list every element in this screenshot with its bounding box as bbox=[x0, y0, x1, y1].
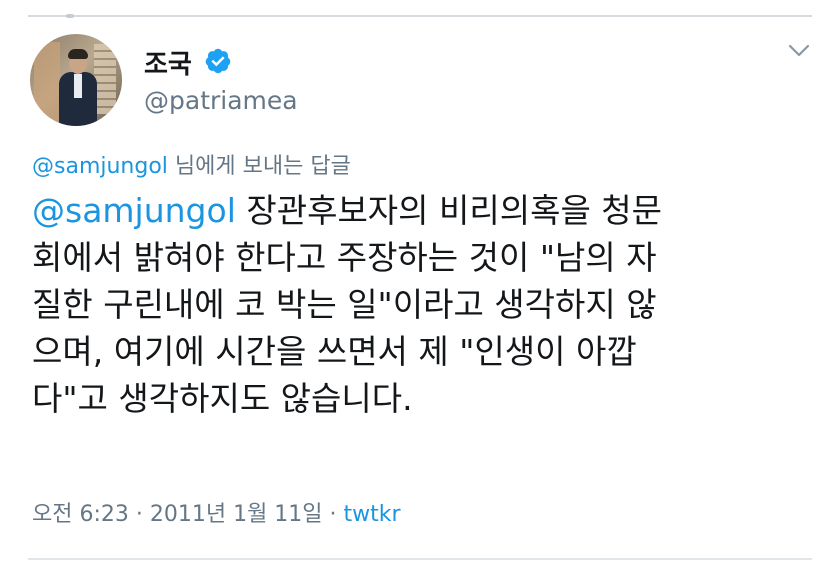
tweet-line-1: @samjungol 장관후보자의 비리의혹을 청문 bbox=[32, 187, 812, 234]
tweet-line-2: 회에서 밝혀야 한다고 주장하는 것이 "남의 자 bbox=[32, 238, 657, 277]
author-handle[interactable]: @patriamea bbox=[144, 86, 298, 115]
tweet-source-link[interactable]: twtkr bbox=[344, 502, 401, 527]
tweet-line-5: 다"고 생각하지도 않습니다. bbox=[32, 379, 413, 418]
avatar[interactable] bbox=[30, 34, 122, 126]
tweet-timestamp[interactable]: 오전 6:23 · 2011년 1월 11일 · bbox=[32, 502, 344, 527]
avatar-figure-hair bbox=[68, 49, 88, 59]
tweet-mention-link[interactable]: @samjungol bbox=[32, 191, 236, 230]
tweet-line-3: 질한 구린내에 코 박는 일"이라고 생각하지 않 bbox=[32, 285, 657, 324]
reply-to-suffix: 님에게 보내는 답글 bbox=[167, 154, 351, 179]
avatar-background-window bbox=[94, 44, 116, 114]
tweet-text: @samjungol 장관후보자의 비리의혹을 청문 회에서 밝혀야 한다고 주… bbox=[32, 187, 812, 422]
top-edge-mark bbox=[66, 14, 74, 18]
reply-to-link[interactable]: @samjungol bbox=[32, 154, 168, 179]
tweet-line-4: 으며, 여기에 시간을 쓰면서 제 "인생이 아깝 bbox=[32, 332, 637, 371]
avatar-figure-shirt bbox=[74, 74, 82, 98]
top-divider bbox=[28, 15, 812, 17]
chevron-down-icon[interactable] bbox=[788, 44, 810, 58]
tweet-meta: 오전 6:23 · 2011년 1월 11일 · twtkr bbox=[32, 496, 401, 528]
tweet-line-1-text: 장관후보자의 비리의혹을 청문 bbox=[235, 191, 663, 230]
reply-context: @samjungol 님에게 보내는 답글 bbox=[32, 148, 351, 180]
verified-badge-icon bbox=[205, 48, 231, 74]
bottom-divider bbox=[28, 558, 812, 560]
avatar-background-door bbox=[34, 42, 60, 122]
author-name[interactable]: 조국 bbox=[144, 44, 192, 81]
